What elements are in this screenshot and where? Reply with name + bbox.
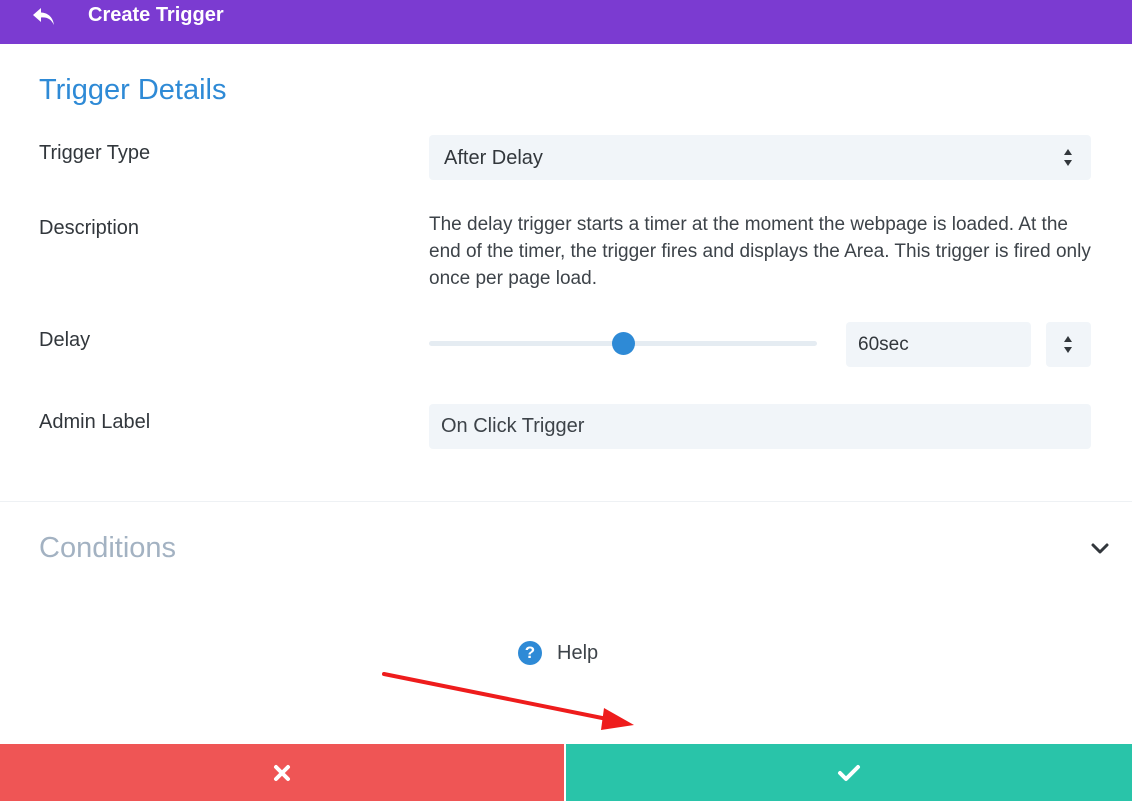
undo-arrow-icon: [33, 8, 54, 25]
chevron-down-icon[interactable]: [1090, 542, 1110, 556]
header-bar: Create Trigger: [0, 0, 1132, 44]
check-icon: [838, 764, 860, 781]
trigger-details-heading: Trigger Details: [39, 74, 227, 106]
section-divider: [0, 501, 1132, 502]
delay-input[interactable]: [846, 322, 1031, 367]
trigger-type-value: After Delay: [444, 147, 543, 169]
description-text: The delay trigger starts a timer at the …: [429, 214, 1091, 289]
description-label: Description: [39, 217, 140, 239]
help-label: Help: [557, 641, 599, 664]
back-button[interactable]: [28, 3, 60, 31]
admin-label-input[interactable]: [429, 404, 1091, 449]
close-icon: [274, 764, 290, 781]
conditions-heading[interactable]: Conditions: [39, 530, 176, 566]
annotation-arrow-icon: [382, 672, 634, 730]
delay-slider-thumb[interactable]: [611, 332, 635, 355]
save-button[interactable]: [566, 744, 1132, 801]
admin-label-label: Admin Label: [39, 411, 151, 433]
help-link[interactable]: ? Help: [518, 640, 598, 666]
delay-stepper[interactable]: [1046, 322, 1091, 367]
delay-label: Delay: [39, 329, 91, 351]
trigger-type-label: Trigger Type: [39, 142, 151, 164]
stepper-arrows-icon: [1064, 336, 1072, 353]
trigger-type-select[interactable]: After Delay: [429, 135, 1091, 180]
cancel-button[interactable]: [0, 744, 564, 801]
page-title: Create Trigger: [88, 4, 224, 26]
select-arrows-icon: [1064, 149, 1072, 166]
question-icon: ?: [518, 641, 542, 665]
